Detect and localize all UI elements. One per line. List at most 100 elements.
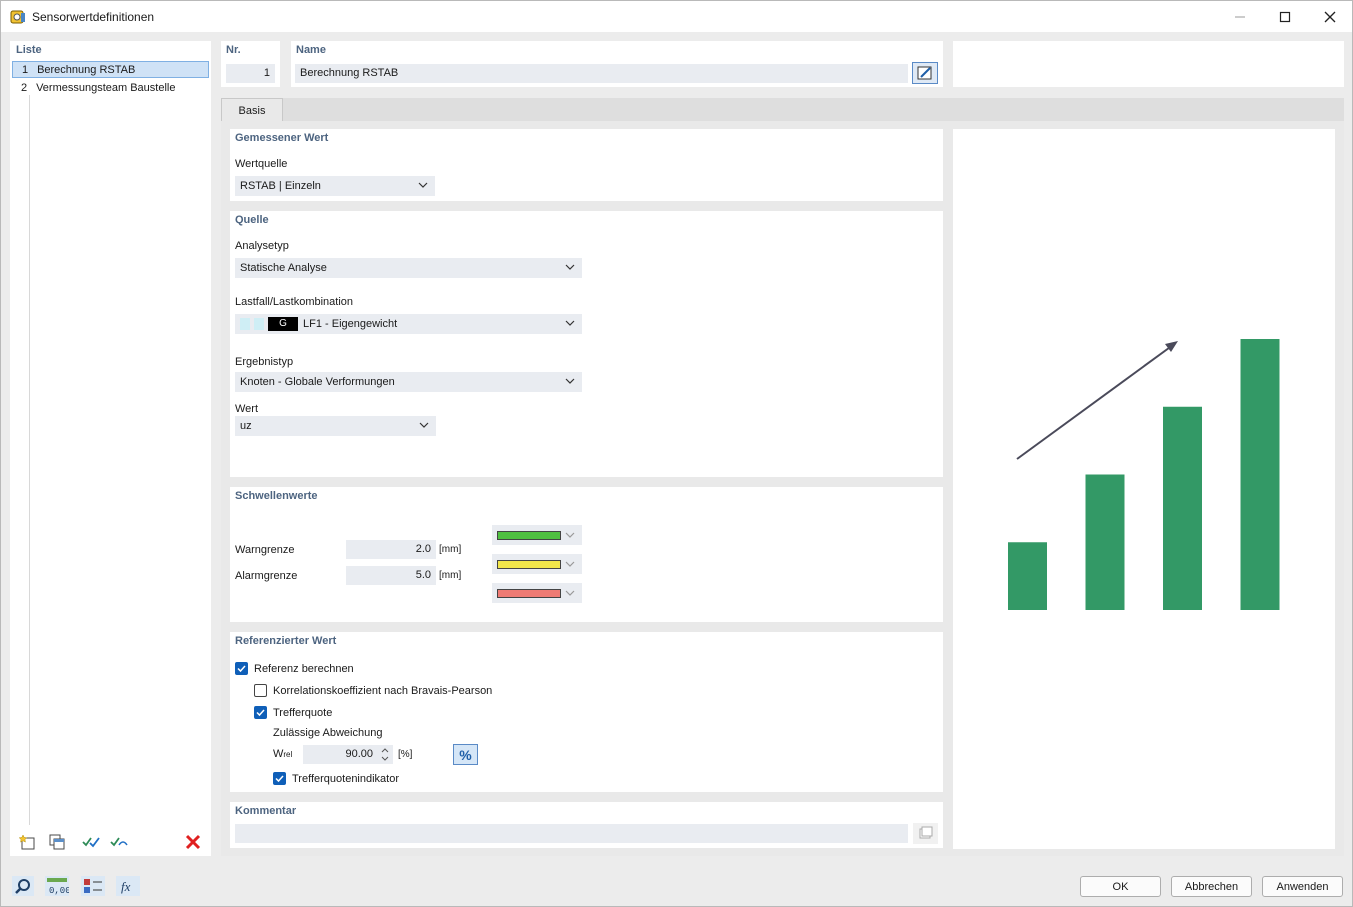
list-item[interactable]: 1 Berechnung RSTAB	[12, 61, 209, 78]
dialog-window: Sensorwertdefinitionen Liste 1 Berechnun…	[0, 0, 1353, 907]
list-panel: Liste	[10, 41, 211, 856]
w-symbol: W	[273, 748, 284, 760]
source-select[interactable]: RSTAB | Einzeln	[235, 176, 435, 196]
units-button[interactable]: 0,00	[45, 876, 69, 896]
comment-title: Kommentar	[235, 805, 297, 817]
reference-calc-label: Referenz berechnen	[254, 663, 354, 675]
maximize-button[interactable]	[1262, 1, 1308, 32]
result-value: Knoten - Globale Verformungen	[240, 376, 395, 388]
cancel-button[interactable]: Abbrechen	[1171, 876, 1252, 897]
color-swatch-green	[497, 531, 561, 540]
tab-basis[interactable]: Basis	[221, 98, 283, 122]
color-swatch-red	[497, 589, 561, 598]
chart-bar	[1240, 339, 1280, 610]
copy-item-button[interactable]	[45, 832, 69, 852]
result-label: Ergebnistyp	[235, 356, 294, 368]
function-icon: fx	[116, 876, 140, 896]
list-item-label: Vermessungsteam Baustelle	[36, 82, 176, 94]
list-item-number: 2	[21, 82, 28, 94]
analysis-label: Analysetyp	[235, 240, 289, 252]
alarm-color-select[interactable]	[492, 583, 582, 603]
result-select[interactable]: Knoten - Globale Verformungen	[235, 372, 582, 392]
chevron-down-icon	[419, 422, 429, 428]
threshold-section: Schwellenwerte Warngrenze Alarmgrenze [m…	[230, 487, 943, 622]
close-button[interactable]	[1307, 1, 1353, 32]
pearson-checkbox[interactable]	[254, 684, 267, 697]
alarm-field[interactable]: 5.0	[346, 566, 436, 585]
comment-library-button[interactable]	[913, 823, 938, 844]
pearson-label: Korrelationskoeffizient nach Bravais-Pea…	[273, 685, 493, 697]
warn-field[interactable]: 2.0	[346, 540, 436, 559]
loadcase-select[interactable]: G LF1 - Eigengewicht	[235, 314, 582, 334]
warn-color-select[interactable]	[492, 554, 582, 574]
indicator-label: Trefferquotenindikator	[292, 773, 400, 785]
check-all-button[interactable]	[79, 832, 103, 852]
delete-icon	[185, 834, 201, 850]
source-title: Quelle	[235, 214, 269, 226]
new-item-button[interactable]	[16, 832, 40, 852]
svg-text:fx: fx	[121, 879, 131, 894]
normal-color-select[interactable]	[492, 525, 582, 545]
title-bar: Sensorwertdefinitionen	[1, 1, 1352, 32]
ok-button[interactable]: OK	[1080, 876, 1161, 897]
w-rel-unit: [%]	[398, 749, 413, 760]
alarm-label: Alarmgrenze	[235, 570, 298, 582]
indicator-checkbox[interactable]	[273, 772, 286, 785]
measured-title: Gemessener Wert	[235, 132, 329, 144]
library-icon	[919, 826, 933, 839]
list-guide-line	[29, 95, 30, 825]
chart-bar	[1163, 406, 1202, 610]
warn-label: Warngrenze	[235, 544, 295, 556]
svg-text:0,00: 0,00	[49, 886, 69, 896]
loadcase-color-swatch	[240, 318, 250, 330]
reference-title: Referenzierter Wert	[235, 635, 337, 647]
preview-header-panel	[953, 41, 1344, 87]
threshold-title: Schwellenwerte	[235, 490, 318, 502]
chevron-down-icon	[565, 561, 575, 567]
check-toggle-button[interactable]	[107, 832, 131, 852]
w-rel-spinner[interactable]	[380, 746, 390, 763]
reference-calc-checkbox[interactable]	[235, 662, 248, 675]
search-help-icon	[12, 876, 34, 896]
chart-bar	[1085, 474, 1125, 610]
model-info-button[interactable]	[81, 876, 105, 896]
decimal-icon: 0,00	[45, 876, 69, 896]
source-value: RSTAB | Einzeln	[240, 180, 321, 192]
value-value: uz	[240, 420, 252, 432]
check-toggle-icon	[110, 837, 128, 847]
source-label: Wertquelle	[235, 158, 288, 170]
comment-field[interactable]	[235, 824, 908, 843]
hitrate-label: Trefferquote	[273, 707, 333, 719]
apply-button[interactable]: Anwenden	[1262, 876, 1343, 897]
app-icon	[10, 9, 26, 25]
chevron-down-icon	[565, 590, 575, 596]
analysis-select[interactable]: Statische Analyse	[235, 258, 582, 278]
checkmark-icon	[237, 665, 246, 673]
edit-name-button[interactable]	[912, 62, 938, 84]
nr-field[interactable]: 1	[226, 64, 275, 83]
name-label: Name	[296, 44, 326, 56]
help-button[interactable]	[11, 876, 35, 896]
formula-button[interactable]: fx	[116, 876, 140, 896]
deviation-label: Zulässige Abweichung	[273, 727, 383, 739]
model-info-icon	[81, 876, 105, 896]
nr-label: Nr.	[226, 44, 241, 56]
minimize-button[interactable]	[1217, 1, 1263, 32]
value-label: Wert	[235, 403, 259, 415]
hitrate-checkbox[interactable]	[254, 706, 267, 719]
chevron-down-icon	[565, 264, 575, 270]
loadcase-value: LF1 - Eigengewicht	[303, 318, 398, 330]
preview-chart	[1008, 339, 1280, 610]
delete-item-button[interactable]	[181, 832, 205, 852]
percent-toggle-button[interactable]: %	[453, 744, 478, 765]
preview-panel	[953, 129, 1335, 849]
copy-icon	[49, 834, 65, 850]
loadcase-badge: G	[268, 317, 298, 331]
analysis-value: Statische Analyse	[240, 262, 327, 274]
window-title: Sensorwertdefinitionen	[32, 10, 155, 24]
value-select[interactable]: uz	[235, 416, 436, 436]
new-icon	[19, 834, 35, 850]
loadcase-label: Lastfall/Lastkombination	[235, 296, 354, 308]
name-field[interactable]: Berechnung RSTAB	[295, 64, 908, 83]
list-item[interactable]: 2 Vermessungsteam Baustelle	[12, 80, 209, 97]
